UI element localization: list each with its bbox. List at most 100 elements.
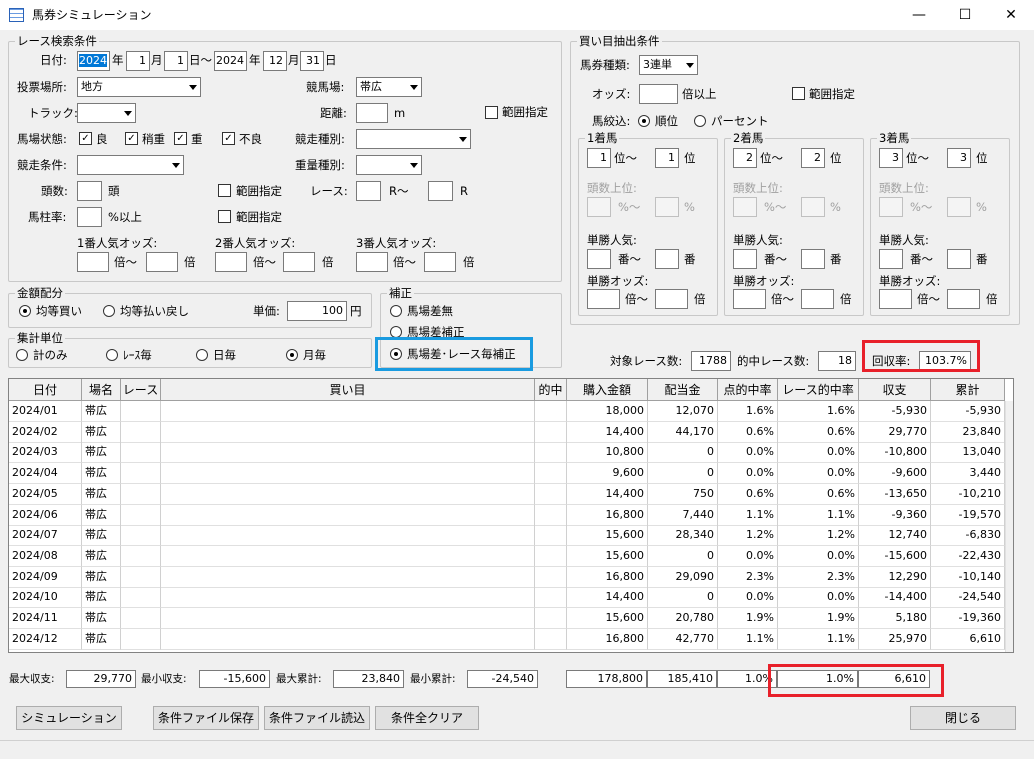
table-scrollbar[interactable] <box>1005 401 1013 652</box>
pct-from-input[interactable] <box>587 197 611 217</box>
cond-bad-checkbox[interactable]: ✓ <box>222 132 235 145</box>
venue-value: 地方 <box>81 80 103 93</box>
bet-odds-input[interactable] <box>639 84 678 104</box>
pos-to-input[interactable]: 3 <box>947 148 971 168</box>
column-header[interactable]: 場名 <box>82 379 121 401</box>
column-header[interactable]: 購入金額 <box>567 379 648 401</box>
unit-price-input[interactable]: 100 <box>287 301 347 321</box>
results-table[interactable]: 日付 場名 レース 買い目 的中 購入金額 配当金 点的中率 レース的中率 収支 累計 2024/01… <box>8 378 1014 653</box>
agg-total-radio[interactable] <box>16 349 28 361</box>
agg-race-radio[interactable] <box>106 349 118 361</box>
pct-to-input[interactable] <box>947 197 971 217</box>
pos-from-input[interactable]: 1 <box>587 148 611 168</box>
bet-type-select[interactable]: 3連単 <box>639 55 698 75</box>
to-day-input[interactable]: 31 <box>300 51 324 71</box>
pct-from-input[interactable] <box>733 197 757 217</box>
pop-to-input[interactable] <box>655 249 679 269</box>
pop-from-input[interactable] <box>879 249 903 269</box>
race-to-input[interactable] <box>428 181 453 201</box>
pop-from-input[interactable] <box>733 249 757 269</box>
column-header[interactable]: 日付 <box>9 379 82 401</box>
table-cell <box>121 421 161 443</box>
table-cell <box>121 587 161 609</box>
pos-from-input[interactable]: 3 <box>879 148 903 168</box>
from-day-input[interactable]: 1 <box>164 51 188 71</box>
column-header[interactable]: 的中 <box>535 379 567 401</box>
pct-from-label: %～ <box>618 200 641 214</box>
heads-range-checkbox[interactable] <box>218 184 231 197</box>
fav3-to-input[interactable] <box>424 252 456 272</box>
equal-payout-radio[interactable] <box>103 305 115 317</box>
table-cell: -6,830 <box>931 525 1005 547</box>
close-button[interactable]: ✕ <box>988 0 1034 30</box>
table-cell <box>121 442 161 464</box>
load-conditions-button[interactable]: 条件ファイル読込 <box>264 706 370 730</box>
pct-from-input[interactable] <box>879 197 903 217</box>
to-month-input[interactable]: 12 <box>263 51 287 71</box>
pos-from-input[interactable]: 2 <box>733 148 757 168</box>
equal-buy-radio[interactable] <box>19 305 31 317</box>
fav1-from-input[interactable] <box>77 252 109 272</box>
distance-range-checkbox[interactable] <box>485 106 498 119</box>
odds-from-input[interactable] <box>879 289 912 309</box>
track-select[interactable]: 帯広 <box>356 77 422 97</box>
odds-from-input[interactable] <box>733 289 766 309</box>
bet-odds-range-checkbox[interactable] <box>792 87 805 100</box>
column-header[interactable]: 累計 <box>931 379 1005 401</box>
odds-to-input[interactable] <box>655 289 688 309</box>
close-dialog-button[interactable]: 閉じる <box>910 706 1016 730</box>
pop-to-input[interactable] <box>947 249 971 269</box>
heads-input[interactable] <box>77 181 102 201</box>
to-year-input[interactable]: 2024 <box>214 51 247 71</box>
post-input[interactable] <box>77 207 102 227</box>
pos-to-input[interactable]: 2 <box>801 148 825 168</box>
pct-to-input[interactable] <box>801 197 825 217</box>
column-header[interactable]: 買い目 <box>161 379 535 401</box>
distance-input[interactable] <box>356 103 388 123</box>
clear-conditions-button[interactable]: 条件全クリア <box>375 706 479 730</box>
column-header[interactable]: 点的中率 <box>718 379 778 401</box>
race-from-input[interactable] <box>356 181 381 201</box>
pos-to-label: 位 <box>830 151 842 165</box>
correction-none-radio[interactable] <box>390 305 402 317</box>
race-cond-select[interactable] <box>77 155 184 175</box>
post-range-checkbox[interactable] <box>218 210 231 223</box>
pct-to-input[interactable] <box>655 197 679 217</box>
save-conditions-button[interactable]: 条件ファイル保存 <box>153 706 259 730</box>
table-cell: 0 <box>648 545 718 567</box>
agg-month-radio[interactable] <box>286 349 298 361</box>
simulate-button[interactable]: シミュレーション <box>16 706 122 730</box>
fav3-from-input[interactable] <box>356 252 388 272</box>
cond-heavy-checkbox[interactable]: ✓ <box>174 132 187 145</box>
pop-to-input[interactable] <box>801 249 825 269</box>
fav2-from-input[interactable] <box>215 252 247 272</box>
pos-to-input[interactable]: 1 <box>655 148 679 168</box>
from-year-input[interactable]: 2024 <box>77 51 110 71</box>
maximize-button[interactable]: ☐ <box>942 0 988 30</box>
fav1-to-input[interactable] <box>146 252 178 272</box>
venue-select[interactable]: 地方 <box>77 77 201 97</box>
fav2-to-input[interactable] <box>283 252 315 272</box>
odds-from-label: 倍～ <box>917 292 940 306</box>
column-header[interactable]: 収支 <box>859 379 931 401</box>
column-header[interactable]: 配当金 <box>648 379 718 401</box>
minimize-button[interactable]: — <box>896 0 942 30</box>
column-header[interactable]: レース <box>121 379 161 401</box>
from-month-input[interactable]: 1 <box>126 51 150 71</box>
filter-percent-radio[interactable] <box>694 115 706 127</box>
weight-select[interactable] <box>356 155 422 175</box>
pop-from-input[interactable] <box>587 249 611 269</box>
odds-to-input[interactable] <box>947 289 980 309</box>
odds-from-input[interactable] <box>587 289 620 309</box>
odds-to-input[interactable] <box>801 289 834 309</box>
table-cell: 2024/08 <box>9 545 82 567</box>
cond-slightly-heavy-checkbox[interactable]: ✓ <box>125 132 138 145</box>
race-search-legend: レース検索条件 <box>15 34 99 48</box>
cond-good-checkbox[interactable]: ✓ <box>79 132 92 145</box>
filter-rank-radio[interactable] <box>638 115 650 127</box>
race-type-select[interactable] <box>356 129 471 149</box>
table-cell <box>161 463 535 485</box>
agg-day-radio[interactable] <box>196 349 208 361</box>
course-select[interactable] <box>77 103 136 123</box>
column-header[interactable]: レース的中率 <box>778 379 859 401</box>
